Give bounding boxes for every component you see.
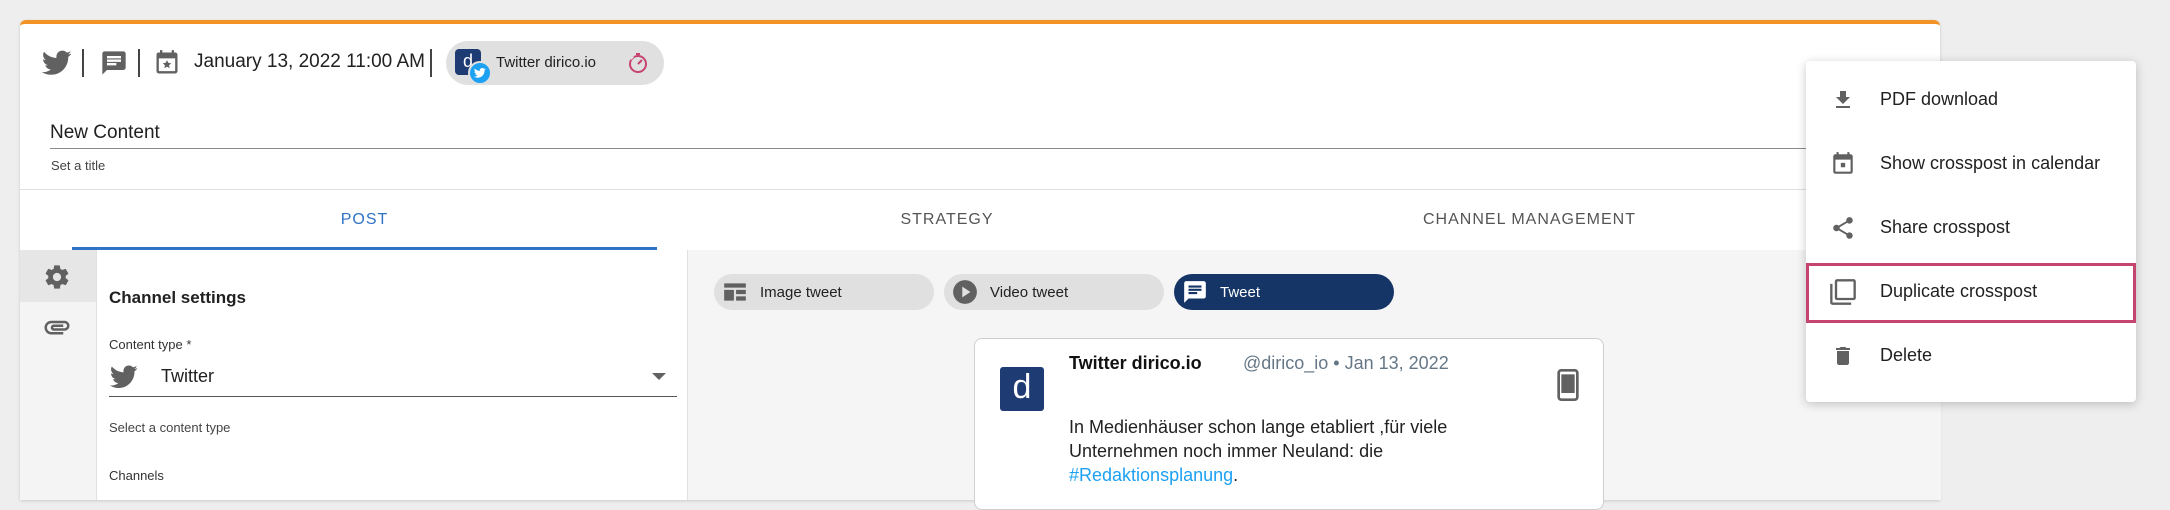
image-tweet-chip[interactable]: Image tweet [714, 274, 934, 310]
post-editor-area: Image tweet Video tweet Tweet d Twitter … [687, 250, 1941, 510]
tab-bar: POST STRATEGY CHANNEL MANAGEMENT [20, 190, 1940, 250]
twitter-icon [109, 362, 139, 392]
title-hint: Set a title [51, 158, 106, 173]
content-type-select[interactable]: Twitter [109, 358, 677, 397]
channel-chip-label: Twitter dirico.io [496, 54, 597, 71]
attachment-icon[interactable] [40, 310, 74, 344]
channels-label: Channels [109, 468, 164, 483]
phone-icon[interactable] [1557, 369, 1579, 406]
trash-icon [1828, 341, 1858, 371]
menu-item-show-in-calendar[interactable]: Show crosspost in calendar [1806, 135, 2136, 193]
message-icon [1182, 279, 1208, 305]
menu-item-label: Delete [1880, 345, 1933, 365]
message-icon [97, 46, 131, 80]
tweet-preview: d Twitter dirico.io @dirico_io • Jan 13,… [974, 338, 1604, 510]
tweet-label: Tweet [1220, 283, 1261, 301]
menu-item-pdf-download[interactable]: PDF download [1806, 71, 2136, 129]
content-type-value: Twitter [161, 366, 215, 386]
post-editor-card: January 13, 2022 11:00 AM d Twitter diri… [20, 20, 1941, 510]
preview-body: In Medienhäuser schon lange etabliert ,f… [1069, 417, 1448, 461]
image-tweet-label: Image tweet [760, 283, 842, 301]
video-tweet-label: Video tweet [990, 283, 1069, 301]
share-icon [1828, 213, 1858, 243]
header-separator [82, 49, 84, 77]
scheduled-timer-icon [626, 51, 650, 80]
tweet-chip-selected[interactable]: Tweet [1174, 274, 1394, 310]
menu-item-label: Duplicate crosspost [1880, 281, 2038, 301]
header-separator [138, 49, 140, 77]
content-type-hint: Select a content type [109, 420, 231, 435]
channel-chip[interactable]: d Twitter dirico.io [446, 41, 664, 85]
panel-title: Channel settings [109, 288, 246, 307]
tab-channel-management[interactable]: CHANNEL MANAGEMENT [1237, 190, 1822, 250]
menu-item-label: PDF download [1880, 89, 1999, 109]
post-header: January 13, 2022 11:00 AM d Twitter diri… [20, 24, 1940, 102]
gear-icon [40, 260, 74, 294]
play-circle-icon [952, 279, 978, 305]
tab-strategy[interactable]: STRATEGY [657, 190, 1237, 250]
menu-item-share-crosspost[interactable]: Share crosspost [1806, 199, 2136, 257]
header-separator [430, 49, 432, 77]
menu-item-label: Share crosspost [1880, 217, 2011, 237]
twitter-icon [40, 46, 74, 80]
dropdown-arrow-icon [649, 370, 669, 384]
title-input[interactable] [50, 118, 1830, 149]
context-menu: PDF download Show crosspost in calendar … [1806, 61, 2136, 402]
download-icon [1828, 85, 1858, 115]
tab-post[interactable]: POST [72, 190, 657, 250]
publish-date[interactable]: January 13, 2022 11:00 AM [194, 51, 425, 73]
calendar-icon [1828, 149, 1858, 179]
preview-handle-date: @dirico_io • Jan 13, 2022 [1243, 353, 1449, 373]
preview-text: In Medienhäuser schon lange etabliert ,f… [1069, 415, 1539, 487]
menu-item-label: Show crosspost in calendar [1880, 153, 2101, 173]
twitter-badge-icon [468, 61, 492, 85]
duplicate-icon [1828, 277, 1858, 307]
preview-trailing: . [1233, 465, 1239, 485]
menu-item-delete[interactable]: Delete [1806, 327, 2136, 385]
preview-hashtag[interactable]: #Redaktionsplanung [1069, 465, 1233, 485]
rail-item-settings[interactable] [20, 250, 96, 302]
channel-settings-panel: Channel settings Content type * Twitter … [96, 250, 687, 500]
calendar-star-icon [150, 46, 184, 80]
preview-account-name: Twitter dirico.io [1069, 353, 1202, 373]
menu-item-duplicate-crosspost[interactable]: Duplicate crosspost [1806, 263, 2136, 323]
video-tweet-chip[interactable]: Video tweet [944, 274, 1164, 310]
preview-avatar: d [1000, 367, 1044, 411]
image-layout-icon [722, 281, 748, 303]
content-type-label: Content type * [109, 337, 192, 352]
